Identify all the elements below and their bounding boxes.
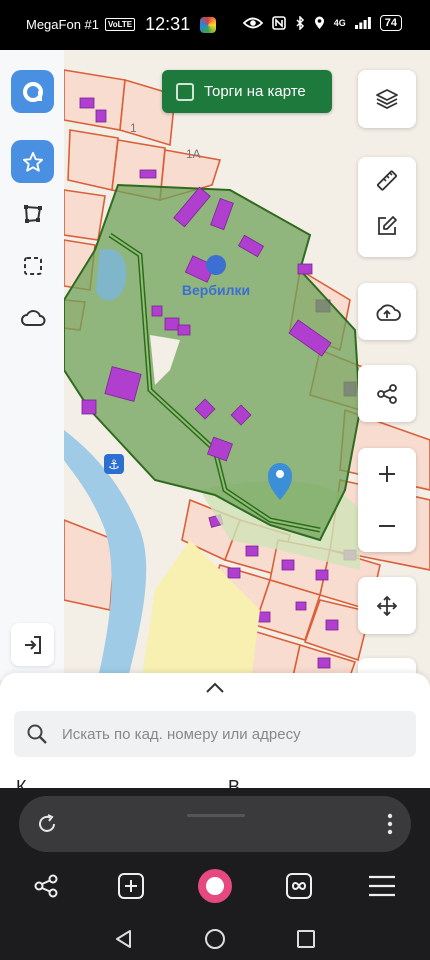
- ruler-button[interactable]: [358, 157, 416, 203]
- polygon-tool-button[interactable]: [11, 192, 54, 235]
- polygon-icon: [23, 204, 42, 223]
- peek-right-text: В: [228, 777, 241, 788]
- sheet-peek-text: К В: [0, 773, 430, 788]
- selection-tool-button[interactable]: [11, 244, 54, 287]
- star-icon: [22, 151, 43, 172]
- share-map-button[interactable]: [358, 365, 416, 422]
- zoom-in-icon: [379, 466, 395, 482]
- tabs-icon: [286, 873, 312, 899]
- menu-button[interactable]: [362, 868, 402, 904]
- carrier-name: MegaFon #1: [26, 17, 99, 32]
- layers-button[interactable]: [358, 70, 416, 128]
- app-logo-button[interactable]: [11, 70, 54, 113]
- cloud-icon: [20, 309, 45, 326]
- torgi-checkbox[interactable]: [176, 82, 194, 101]
- more-vertical-icon[interactable]: [387, 812, 393, 836]
- layers-icon: [376, 89, 398, 110]
- home-button[interactable]: [200, 924, 230, 954]
- drag-handle[interactable]: [187, 814, 245, 817]
- status-right: 4G 74: [242, 15, 402, 31]
- status-left: MegaFon #1 VoLTE 12:31: [26, 14, 217, 35]
- share-icon: [377, 383, 397, 404]
- location-icon: [314, 16, 324, 29]
- new-tab-button[interactable]: [111, 868, 151, 904]
- menu-icon: [369, 875, 395, 897]
- back-button[interactable]: [108, 924, 138, 954]
- reload-icon[interactable]: [35, 812, 59, 836]
- clock: 12:31: [145, 14, 191, 34]
- signal-icon: [354, 17, 371, 29]
- alice-button[interactable]: [195, 868, 235, 904]
- bluetooth-icon: [296, 16, 304, 30]
- zoom-group: [358, 448, 416, 552]
- selection-icon: [23, 256, 42, 275]
- parcel-label-1: 1: [130, 121, 137, 135]
- edit-button[interactable]: [358, 203, 416, 249]
- measure-group: [358, 157, 416, 257]
- search-input[interactable]: [62, 725, 392, 743]
- torgi-label: Торги на карте: [204, 83, 306, 100]
- svg-text:⚓: ⚓: [108, 458, 120, 473]
- home-icon: [205, 929, 225, 949]
- app-notification-icon: [200, 16, 217, 33]
- app-logo-icon: [22, 81, 43, 102]
- left-toolbar: [0, 50, 64, 680]
- network-type: 4G: [333, 18, 346, 28]
- recents-icon: [297, 930, 315, 948]
- browser-toolbar: [0, 788, 430, 960]
- login-icon: [24, 635, 41, 654]
- search-icon: [27, 724, 47, 744]
- tabs-button[interactable]: [279, 868, 319, 904]
- move-button[interactable]: [358, 577, 416, 634]
- move-icon: [376, 595, 398, 616]
- upload-button[interactable]: [358, 283, 416, 340]
- search-bar[interactable]: [14, 711, 416, 757]
- nfc-icon: [271, 16, 286, 30]
- back-icon: [116, 930, 131, 948]
- eye-icon: [242, 17, 263, 29]
- parcel-label-1a: 1А: [186, 147, 201, 161]
- zoom-out-icon: [379, 525, 395, 527]
- chevron-up-icon[interactable]: [204, 681, 226, 695]
- village-marker: [206, 255, 226, 275]
- battery-indicator: 74: [379, 15, 402, 31]
- zoom-in-button[interactable]: [358, 448, 416, 500]
- peek-left-text: К: [16, 777, 27, 788]
- share-icon: [34, 874, 58, 898]
- status-bar: MegaFon #1 VoLTE 12:31 4G 74: [0, 0, 430, 50]
- alice-icon: [198, 869, 232, 903]
- upload-icon: [376, 303, 401, 321]
- address-bar[interactable]: [19, 796, 411, 852]
- favorites-button[interactable]: [11, 140, 54, 183]
- volte-badge: VoLTE: [105, 18, 136, 31]
- torgi-toggle[interactable]: Торги на карте: [162, 70, 332, 113]
- recents-button[interactable]: [291, 924, 321, 954]
- new-tab-icon: [118, 873, 144, 899]
- zoom-out-button[interactable]: [358, 500, 416, 552]
- edit-icon: [378, 216, 397, 235]
- login-button[interactable]: [11, 623, 54, 666]
- ruler-icon: [376, 170, 398, 191]
- cloud-button[interactable]: [11, 296, 54, 339]
- place-label: Вербилки: [182, 282, 250, 298]
- share-page-button[interactable]: [26, 868, 66, 904]
- bottom-sheet[interactable]: К В: [0, 673, 430, 788]
